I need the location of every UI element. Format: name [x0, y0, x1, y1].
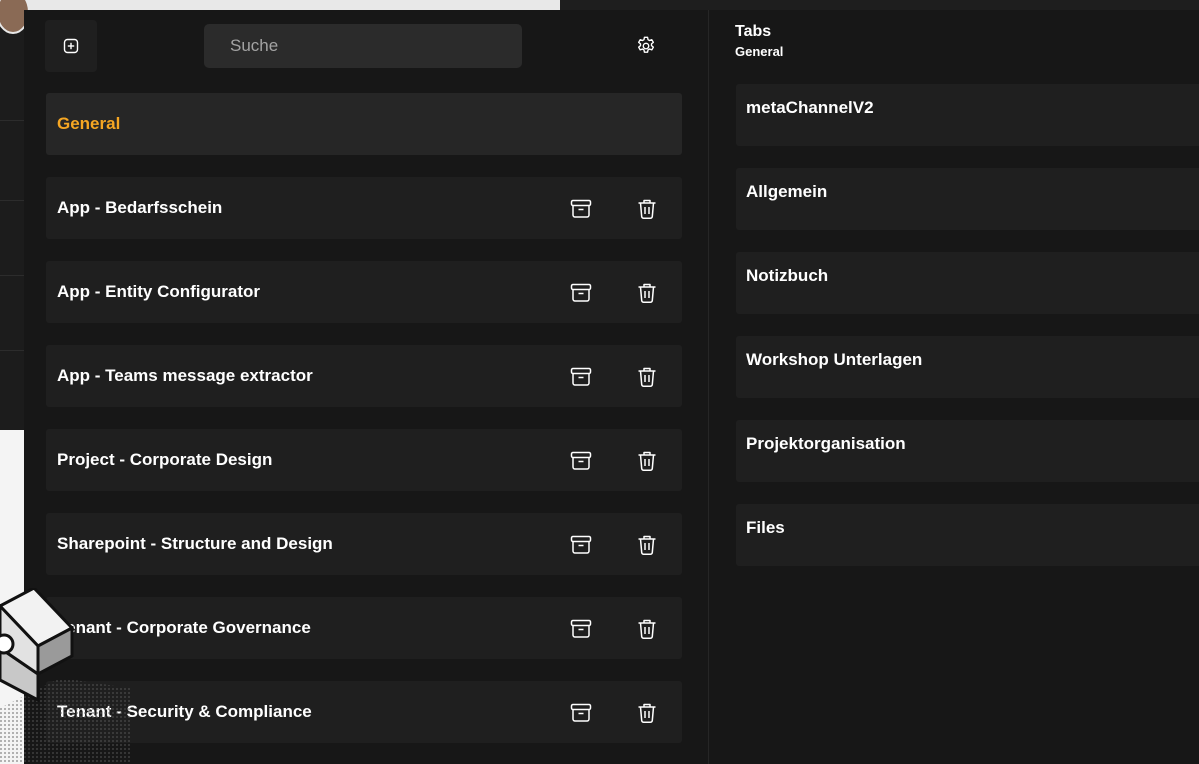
trash-icon[interactable]: [636, 449, 658, 473]
channel-label: Project - Corporate Design: [57, 450, 273, 469]
trash-icon[interactable]: [636, 617, 658, 641]
channel-label: App - Bedarfsschein: [57, 198, 223, 217]
background-divider: [0, 200, 24, 201]
tab-label: metaChannelV2: [746, 98, 874, 117]
archive-icon[interactable]: [570, 450, 592, 472]
add-channel-button[interactable]: [45, 20, 97, 72]
tabs-title: Tabs: [735, 23, 772, 40]
trash-icon[interactable]: [636, 281, 658, 305]
channel-label: App - Entity Configurator: [57, 282, 261, 301]
channel-label: Tenant - Security & Compliance: [57, 702, 312, 721]
archive-icon[interactable]: [570, 618, 592, 640]
channel-item[interactable]: Project - Corporate Design: [46, 429, 682, 491]
archive-icon[interactable]: [570, 366, 592, 388]
tab-item[interactable]: Workshop Unterlagen: [736, 336, 1199, 398]
background-area: [0, 430, 24, 764]
trash-icon[interactable]: [636, 197, 658, 221]
tab-item[interactable]: Projektorganisation: [736, 420, 1199, 482]
channel-item[interactable]: General: [46, 93, 682, 155]
tabs-column: Tabs General metaChannelV2 Allgemein Notiz…: [709, 10, 1199, 764]
channel-item[interactable]: App - Bedarfsschein: [46, 177, 682, 239]
channel-label: Tenant - Corporate Governance: [57, 618, 311, 637]
archive-icon[interactable]: [570, 282, 592, 304]
toolbar: [24, 10, 708, 80]
channel-label: App - Teams message extractor: [57, 366, 313, 385]
background-divider: [0, 275, 24, 276]
settings-button[interactable]: [632, 32, 660, 60]
trash-icon[interactable]: [636, 701, 658, 725]
background-app: [0, 0, 24, 430]
channels-column: General App - Bedarfsschein App - Entity C…: [24, 10, 708, 764]
tab-item[interactable]: Files: [736, 504, 1199, 566]
channel-item[interactable]: Tenant - Security & Compliance: [46, 681, 682, 743]
tab-item[interactable]: Notizbuch: [736, 252, 1199, 314]
tab-label: Files: [746, 518, 785, 537]
channel-item[interactable]: App - Entity Configurator: [46, 261, 682, 323]
tab-label: Workshop Unterlagen: [746, 350, 923, 369]
background-divider: [0, 120, 24, 121]
add-square-icon: [63, 38, 79, 54]
tab-item[interactable]: metaChannelV2: [736, 84, 1199, 146]
tab-item[interactable]: Allgemein: [736, 168, 1199, 230]
tab-label: Projektorganisation: [746, 434, 906, 453]
channel-item[interactable]: App - Teams message extractor: [46, 345, 682, 407]
channel-item[interactable]: Sharepoint - Structure and Design: [46, 513, 682, 575]
search-input[interactable]: [204, 24, 522, 68]
channel-manager-panel: General App - Bedarfsschein App - Entity C…: [24, 10, 1199, 764]
trash-icon[interactable]: [636, 365, 658, 389]
tab-label: Allgemein: [746, 182, 828, 201]
background-divider: [0, 350, 24, 351]
trash-icon[interactable]: [636, 533, 658, 557]
channel-label: General: [57, 114, 121, 133]
archive-icon[interactable]: [570, 534, 592, 556]
channel-item[interactable]: Tenant - Corporate Governance: [46, 597, 682, 659]
channel-label: Sharepoint - Structure and Design: [57, 534, 333, 553]
archive-icon[interactable]: [570, 198, 592, 220]
archive-icon[interactable]: [570, 702, 592, 724]
tab-label: Notizbuch: [746, 266, 829, 285]
gear-icon: [635, 35, 657, 57]
tabs-subtitle: General: [735, 44, 784, 59]
